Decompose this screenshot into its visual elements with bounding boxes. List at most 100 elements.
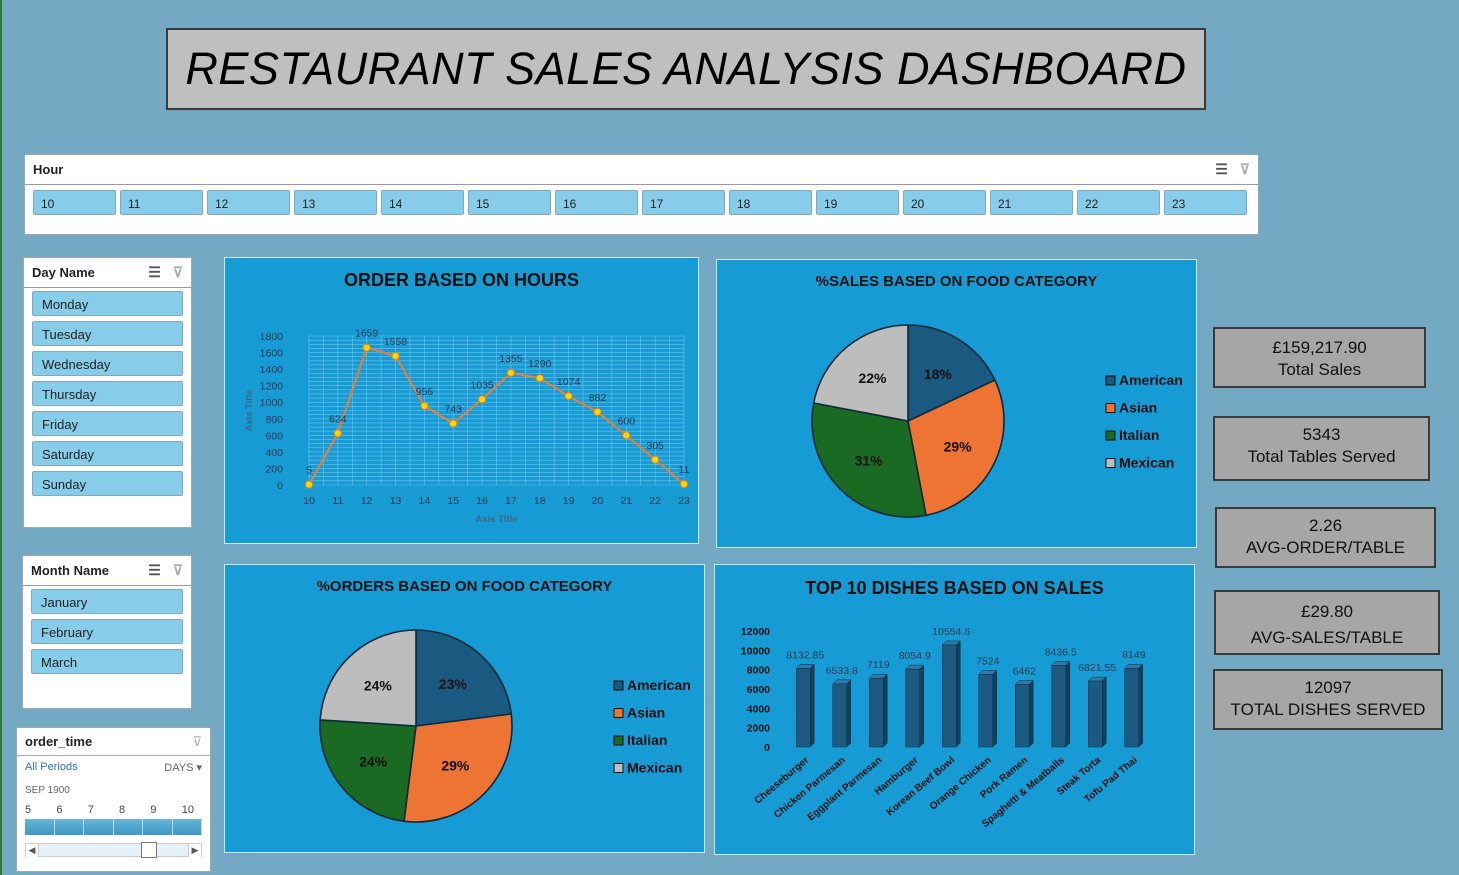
- multiselect-icon[interactable]: ☰: [1215, 161, 1228, 178]
- hour-item-13[interactable]: 13: [294, 190, 377, 215]
- kpi-value: £29.80: [1301, 602, 1353, 621]
- pie-data-label: 29%: [441, 757, 470, 773]
- legend-label: Asian: [627, 705, 665, 721]
- x-tick-label: 13: [390, 495, 402, 507]
- day-item-tuesday[interactable]: Tuesday: [32, 321, 183, 346]
- bar: [869, 677, 884, 748]
- timeline-range-bar[interactable]: [25, 819, 202, 835]
- multiselect-icon[interactable]: ☰: [148, 264, 161, 281]
- data-label: 305: [646, 440, 664, 452]
- hour-item-22[interactable]: 22: [1077, 190, 1160, 215]
- data-point: [593, 407, 602, 417]
- timeline-title: order_time: [25, 734, 93, 749]
- clear-filter-icon[interactable]: ⊽: [1240, 161, 1250, 178]
- bar: [1124, 667, 1139, 748]
- clear-filter-icon[interactable]: ⊽: [173, 264, 183, 281]
- data-label: 6533.8: [826, 665, 858, 677]
- kpi-label: Total Sales: [1277, 360, 1362, 379]
- hour-item-12[interactable]: 12: [207, 190, 290, 215]
- bar-side: [846, 679, 851, 748]
- month-slicer-title: Month Name: [31, 563, 109, 578]
- hour-item-14[interactable]: 14: [381, 190, 464, 215]
- data-label: 743: [444, 403, 462, 415]
- y-tick-label: 1600: [260, 348, 284, 360]
- month-slicer-header: Month Name ☰ ⊽: [23, 556, 191, 586]
- top-dishes-chart: TOP 10 DISHES BASED ON SALES 0 2000 4000 60…: [714, 564, 1195, 855]
- hour-item-20[interactable]: 20: [903, 190, 986, 215]
- scroll-right-icon[interactable]: ▶: [188, 843, 201, 857]
- multiselect-icon[interactable]: ☰: [148, 562, 161, 579]
- data-point: [535, 374, 544, 383]
- kpi-total-sales: £159,217.90 Total Sales: [1213, 327, 1426, 388]
- orders-by-hour-chart: ORDER BASED ON HOURS 0 200 400 600 800 1000 12…: [224, 257, 699, 544]
- month-item-list: January February March: [23, 589, 191, 674]
- data-point: [391, 351, 400, 361]
- data-label: 956: [416, 386, 434, 398]
- hour-item-21[interactable]: 21: [990, 190, 1073, 215]
- data-point: [679, 479, 689, 489]
- bar-side: [883, 673, 888, 748]
- hour-item-17[interactable]: 17: [642, 190, 725, 215]
- hour-item-10[interactable]: 10: [33, 190, 116, 215]
- data-point: [333, 429, 342, 438]
- day-item-wednesday[interactable]: Wednesday: [32, 351, 183, 376]
- kpi-label: AVG-SALES/TABLE: [1250, 628, 1404, 647]
- hour-item-19[interactable]: 19: [816, 190, 899, 215]
- hour-item-11[interactable]: 11: [120, 190, 203, 215]
- y-tick-label: 0: [277, 480, 283, 492]
- day-item-sunday[interactable]: Sunday: [32, 471, 183, 496]
- day-item-saturday[interactable]: Saturday: [32, 441, 183, 466]
- clear-filter-icon[interactable]: ⊽: [192, 734, 202, 755]
- x-tick-label: 18: [534, 495, 546, 507]
- bar-side: [992, 669, 997, 748]
- chevron-down-icon: ▾: [196, 762, 202, 774]
- x-tick-label: 14: [419, 495, 431, 507]
- data-label: 6462: [1013, 666, 1037, 678]
- data-point: [362, 343, 371, 352]
- x-axis-title: Axis Title: [475, 514, 517, 525]
- hour-item-15[interactable]: 15: [468, 190, 551, 215]
- day-item-monday[interactable]: Monday: [32, 291, 183, 316]
- y-tick-label: 0: [764, 742, 770, 754]
- legend-label: American: [1119, 372, 1183, 388]
- month-item-january[interactable]: January: [31, 589, 183, 614]
- legend-swatch: [613, 763, 624, 773]
- y-tick-label: 1800: [260, 331, 284, 343]
- kpi-value: 2.26: [1308, 516, 1343, 535]
- data-label: 7524: [976, 655, 1000, 667]
- legend-swatch: [613, 680, 624, 691]
- month-item-march[interactable]: March: [31, 649, 183, 674]
- x-tick-label: 20: [592, 495, 604, 507]
- legend-label: Asian: [1119, 400, 1157, 416]
- data-point: [304, 480, 314, 489]
- kpi-total-dishes: 12097 TOTAL DISHES SERVED: [1213, 669, 1443, 730]
- data-point: [506, 368, 516, 377]
- data-point: [651, 455, 660, 464]
- month-item-february[interactable]: February: [31, 619, 183, 644]
- data-label: 1355: [499, 353, 523, 365]
- day-item-thursday[interactable]: Thursday: [32, 381, 183, 406]
- day-item-friday[interactable]: Friday: [32, 411, 183, 436]
- scroll-thumb[interactable]: [141, 842, 157, 858]
- data-label: 8054.9: [899, 650, 931, 662]
- bar-side: [810, 663, 815, 748]
- hour-slicer-header: Hour ☰ ⊽: [25, 155, 1258, 185]
- time-level-dropdown[interactable]: DAYS ▾: [164, 761, 202, 774]
- data-point: [449, 419, 458, 428]
- hour-item-18[interactable]: 18: [729, 190, 812, 215]
- data-label: 5: [306, 465, 312, 477]
- clear-filter-icon[interactable]: ⊽: [173, 562, 183, 579]
- scroll-left-icon[interactable]: ◀: [26, 843, 39, 857]
- data-point: [564, 391, 573, 401]
- bar-side: [956, 640, 961, 748]
- kpi-value: 5343: [1302, 425, 1341, 444]
- hour-item-16[interactable]: 16: [555, 190, 638, 215]
- timeline-scrollbar[interactable]: ◀ ▶: [25, 842, 202, 858]
- bar: [1015, 684, 1030, 748]
- legend-label: Mexican: [627, 760, 682, 776]
- hour-item-23[interactable]: 23: [1164, 190, 1247, 215]
- y-tick-label: 10000: [741, 645, 770, 657]
- order-time-timeline: order_time ⊽ All Periods DAYS ▾ SEP 1900…: [16, 727, 211, 872]
- timeline-day-number: 5: [25, 804, 32, 816]
- sales-pie-svg: 18% 29% 31% 22% American Asian Italian Mexican: [811, 324, 1183, 518]
